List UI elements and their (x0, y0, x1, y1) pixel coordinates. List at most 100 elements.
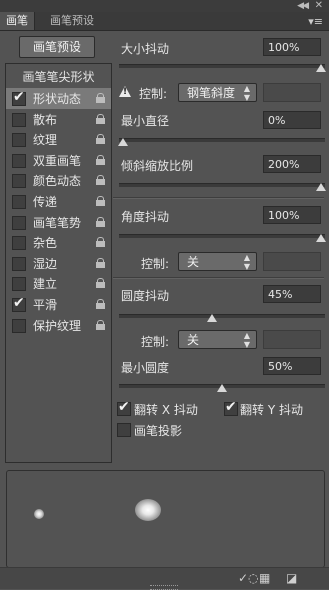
brush-option-item[interactable]: 散布 (6, 109, 111, 130)
select-arrows-icon: ▲ ▼ (243, 84, 250, 102)
brush-option-item[interactable]: 画笔笔势 (6, 212, 111, 233)
brush-option-label: 保护纹理 (33, 318, 82, 333)
tilt-scale-thumb[interactable] (316, 183, 326, 191)
brush-option-label: 双重画笔 (33, 153, 82, 168)
angle-jitter-slider[interactable] (119, 234, 326, 242)
angle-control-select[interactable]: 关 ▲ ▼ (178, 252, 257, 271)
brush-option-item[interactable]: 湿边 (6, 253, 111, 274)
lock-icon[interactable] (96, 134, 105, 145)
angle-jitter-value[interactable]: 100% (263, 206, 321, 224)
roundness-jitter-value[interactable]: 45% (263, 285, 321, 303)
brush-option-item[interactable]: 颜色动态 (6, 170, 111, 191)
select-arrows-icon: ▲ ▼ (243, 253, 250, 271)
brush-option-checkbox[interactable] (12, 133, 26, 148)
flip-y-checkbox[interactable]: ✔ (224, 399, 238, 416)
roundness-jitter-slider[interactable] (119, 314, 325, 322)
brush-option-item[interactable]: 保护纹理 (6, 315, 111, 336)
brush-option-checkbox[interactable]: ✔ (12, 89, 26, 106)
size-jitter-thumb[interactable] (316, 64, 326, 72)
brush-option-checkbox[interactable] (12, 236, 26, 251)
brush-option-item[interactable]: 双重画笔 (6, 150, 111, 171)
brush-preview-grid-icon[interactable]: ▦ (259, 571, 270, 585)
min-diameter-value[interactable]: 0% (263, 111, 321, 129)
brush-option-label: 画笔笔势 (33, 215, 82, 230)
brush-projection-label: 画笔投影 (134, 424, 183, 438)
tilt-scale-value[interactable]: 200% (263, 155, 321, 173)
size-jitter-slider[interactable] (119, 64, 326, 72)
brush-option-item[interactable]: ✔ 形状动态 (6, 88, 111, 109)
toggle-live-tip-preview-icon[interactable]: ✓◌ (238, 571, 259, 585)
select-arrows-icon: ▲ ▼ (243, 331, 250, 349)
lock-icon[interactable] (96, 299, 105, 309)
brush-option-checkbox[interactable] (12, 153, 26, 168)
roundness-control-label: 控制: (141, 335, 170, 349)
brush-presets-button[interactable]: 画笔预设 (19, 36, 95, 58)
brush-option-item[interactable]: ✔ 平滑 (6, 294, 111, 315)
brush-option-item[interactable]: 杂色 (6, 232, 111, 253)
brush-option-checkbox[interactable] (12, 256, 26, 271)
brush-option-item[interactable]: 纹理 (6, 129, 111, 150)
brush-option-item[interactable]: 建立 (6, 273, 111, 294)
size-control-label: 控制: (139, 87, 168, 101)
min-roundness-thumb[interactable] (217, 384, 227, 392)
min-diameter-slider[interactable] (118, 138, 325, 146)
brush-option-item[interactable]: 传递 (6, 191, 111, 212)
min-roundness-value[interactable]: 50% (263, 357, 321, 375)
panel-menu-icon[interactable]: ▾≡ (308, 15, 323, 28)
brush-option-label: 传递 (33, 195, 58, 209)
brush-option-label: 颜色动态 (33, 174, 82, 189)
brush-option-checkbox[interactable] (12, 195, 26, 209)
size-control-extra-field (263, 83, 321, 102)
size-control-select[interactable]: 钢笔斜度 ▲ ▼ (178, 83, 257, 102)
brush-option-checkbox[interactable] (12, 174, 26, 189)
angle-control-value: 关 (187, 255, 200, 269)
lock-icon[interactable] (96, 154, 105, 165)
brush-option-checkbox[interactable] (12, 112, 26, 127)
min-roundness-slider[interactable] (119, 384, 325, 392)
lock-icon[interactable] (96, 196, 105, 206)
brush-option-label: 形状动态 (33, 92, 82, 106)
brush-projection-checkbox[interactable] (117, 423, 131, 437)
section-divider (113, 197, 324, 199)
tab-brush[interactable]: 画笔 (0, 12, 35, 30)
lock-icon[interactable] (96, 278, 105, 289)
size-jitter-value[interactable]: 100% (263, 38, 321, 56)
tab-brush-presets[interactable]: 画笔预设 (44, 12, 100, 30)
double-chevron-right-icon[interactable]: ◀◀ (297, 0, 309, 12)
brush-option-label: 纹理 (33, 133, 58, 148)
angle-jitter-label: 角度抖动 (121, 210, 170, 224)
brush-option-checkbox[interactable] (12, 318, 26, 333)
brush-option-checkbox[interactable]: ✔ (12, 295, 26, 312)
new-brush-icon[interactable]: ◪ (286, 571, 297, 585)
lock-icon[interactable] (96, 237, 105, 248)
angle-control-label: 控制: (141, 257, 170, 271)
angle-jitter-thumb[interactable] (316, 234, 326, 242)
close-icon[interactable]: ✕ (315, 0, 323, 12)
brush-dab (135, 499, 161, 521)
lock-icon[interactable] (96, 93, 105, 103)
lock-icon[interactable] (96, 319, 105, 330)
min-diameter-thumb[interactable] (118, 138, 128, 146)
brush-option-checkbox[interactable] (12, 215, 26, 230)
brush-option-label: 散布 (33, 112, 58, 127)
brush-option-label: 平滑 (33, 298, 58, 312)
lock-icon[interactable] (96, 216, 105, 227)
roundness-control-extra-field (263, 330, 321, 349)
warning-icon: ! (119, 86, 131, 97)
min-roundness-label: 最小圆度 (121, 361, 170, 375)
flip-y-label: 翻转 Y 抖动 (240, 403, 303, 417)
roundness-control-select[interactable]: 关 ▲ ▼ (178, 330, 257, 349)
angle-control-extra-field (263, 252, 321, 271)
flip-x-checkbox[interactable]: ✔ (117, 399, 131, 416)
lock-icon[interactable] (96, 113, 105, 124)
roundness-jitter-thumb[interactable] (207, 314, 217, 322)
tab-bar: 画笔 画笔预设 ▾≡ (0, 12, 329, 31)
tilt-scale-slider[interactable] (119, 183, 326, 191)
lock-icon[interactable] (96, 257, 105, 268)
lock-icon[interactable] (96, 175, 105, 186)
size-control-value: 钢笔斜度 (187, 86, 236, 100)
brush-option-checkbox[interactable] (12, 277, 26, 292)
section-divider (113, 277, 324, 279)
brush-tip-shape-item[interactable]: 画笔笔尖形状 (6, 68, 111, 85)
brush-dab (34, 509, 44, 519)
